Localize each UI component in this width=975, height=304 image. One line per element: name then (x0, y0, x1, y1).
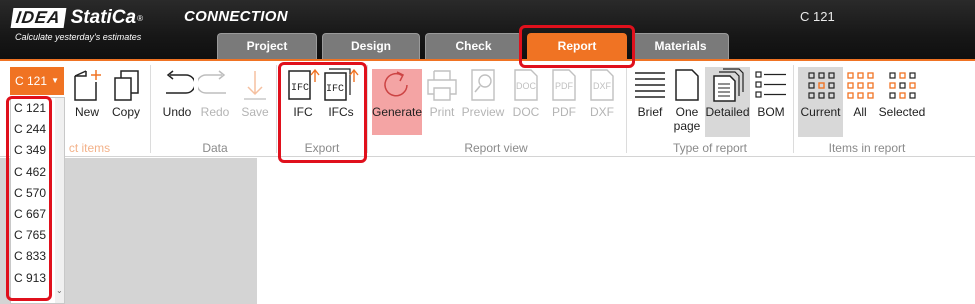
pdf-file-icon: PDF (546, 67, 582, 103)
separator (276, 65, 277, 153)
dxf-label: DXF (590, 105, 614, 119)
window-title: C 121 (800, 9, 835, 24)
separator (367, 65, 368, 153)
new-button[interactable]: New (68, 67, 106, 119)
doc-label: DOC (512, 105, 540, 119)
one-page-button[interactable]: One page (668, 67, 706, 133)
bom-list-icon (753, 67, 789, 103)
item-selector-value: C 121 (15, 74, 48, 88)
bom-button[interactable]: BOM (752, 67, 790, 119)
doc-export-button[interactable]: DOC DOC (507, 67, 545, 119)
new-document-icon (69, 67, 105, 103)
printer-icon (424, 67, 460, 103)
all-label: All (853, 105, 867, 119)
report-view-group-label: Report view (464, 141, 528, 155)
doc-file-icon: DOC (508, 67, 544, 103)
grid-selected-icon (884, 67, 920, 103)
save-label: Save (241, 105, 269, 119)
redo-label: Redo (200, 105, 230, 119)
pdf-label: PDF (552, 105, 576, 119)
generate-label: Generate (371, 105, 423, 119)
detailed-button[interactable]: Detailed (705, 67, 750, 119)
undo-label: Undo (162, 105, 192, 119)
current-label: Current (800, 105, 841, 119)
title-bar: IDEA StatiCa ® CONNECTION Calculate yest… (0, 0, 975, 60)
copy-icon (108, 67, 144, 103)
tab-check[interactable]: Check (425, 33, 522, 60)
dxf-export-button[interactable]: DXF DXF (583, 67, 621, 119)
one-page-label-line1: One (675, 105, 699, 119)
pages-stack-icon (710, 67, 746, 103)
all-items-button[interactable]: All (843, 67, 877, 119)
page-icon (669, 67, 705, 103)
brief-lines-icon (632, 67, 668, 103)
save-button[interactable]: Save (236, 67, 274, 119)
save-icon (237, 67, 273, 103)
pdf-export-button[interactable]: PDF PDF (545, 67, 583, 119)
redo-button[interactable]: Redo (196, 67, 234, 119)
grid-all-icon (842, 67, 878, 103)
select-items-group-label: ct items (68, 141, 111, 155)
bom-label: BOM (757, 105, 785, 119)
items-in-report-group-label: Items in report (828, 141, 906, 155)
logo-registered: ® (137, 13, 143, 23)
tab-materials[interactable]: Materials (632, 33, 729, 60)
selected-items-button[interactable]: Selected (878, 67, 926, 119)
selected-label: Selected (878, 105, 926, 119)
doc-icon-text: DOC (516, 81, 537, 91)
tagline: Calculate yesterday's estimates (15, 32, 142, 42)
type-of-report-group-label: Type of report (672, 141, 748, 155)
ribbon: New Copy ct items Undo Redo Save Data IF… (0, 61, 975, 157)
new-label: New (74, 105, 99, 119)
separator (626, 65, 627, 153)
copy-label: Copy (111, 105, 140, 119)
data-group-label: Data (202, 141, 228, 155)
logo-idea: IDEA (10, 8, 67, 28)
dropdown-list-highlight (6, 96, 52, 301)
print-button[interactable]: Print (423, 67, 461, 119)
idea-statica-logo: IDEA StatiCa ® (10, 6, 143, 30)
chevron-down-icon: ▼ (51, 76, 59, 85)
pdf-icon-text: PDF (555, 81, 574, 91)
item-selector-combo[interactable]: C 121 ▼ (10, 67, 64, 95)
dropdown-scrollbar[interactable]: ⌄ (55, 98, 64, 303)
preview-button[interactable]: Preview (461, 67, 505, 119)
detailed-label: Detailed (705, 105, 750, 119)
grid-current-icon (803, 67, 839, 103)
separator (150, 65, 151, 153)
separator (793, 65, 794, 153)
one-page-label-line2: page (673, 119, 701, 133)
current-items-button[interactable]: Current (798, 67, 843, 119)
dxf-icon-text: DXF (593, 81, 612, 91)
redo-icon (197, 67, 233, 103)
undo-icon (159, 67, 195, 103)
generate-button[interactable]: Generate (372, 67, 422, 119)
export-group-highlight (278, 62, 367, 163)
product-name: CONNECTION (184, 8, 288, 25)
report-pane (257, 158, 975, 304)
brief-button[interactable]: Brief (631, 67, 669, 119)
chevron-down-icon[interactable]: ⌄ (56, 286, 63, 295)
report-tab-highlight (519, 25, 635, 68)
refresh-icon (379, 67, 415, 103)
print-label: Print (429, 105, 455, 119)
tab-design[interactable]: Design (322, 33, 420, 60)
brief-label: Brief (637, 105, 663, 119)
copy-button[interactable]: Copy (107, 67, 145, 119)
tab-project[interactable]: Project (217, 33, 317, 60)
preview-icon (465, 67, 501, 103)
logo-statica: StatiCa (70, 7, 137, 28)
undo-button[interactable]: Undo (158, 67, 196, 119)
preview-label: Preview (461, 105, 505, 119)
dxf-file-icon: DXF (584, 67, 620, 103)
